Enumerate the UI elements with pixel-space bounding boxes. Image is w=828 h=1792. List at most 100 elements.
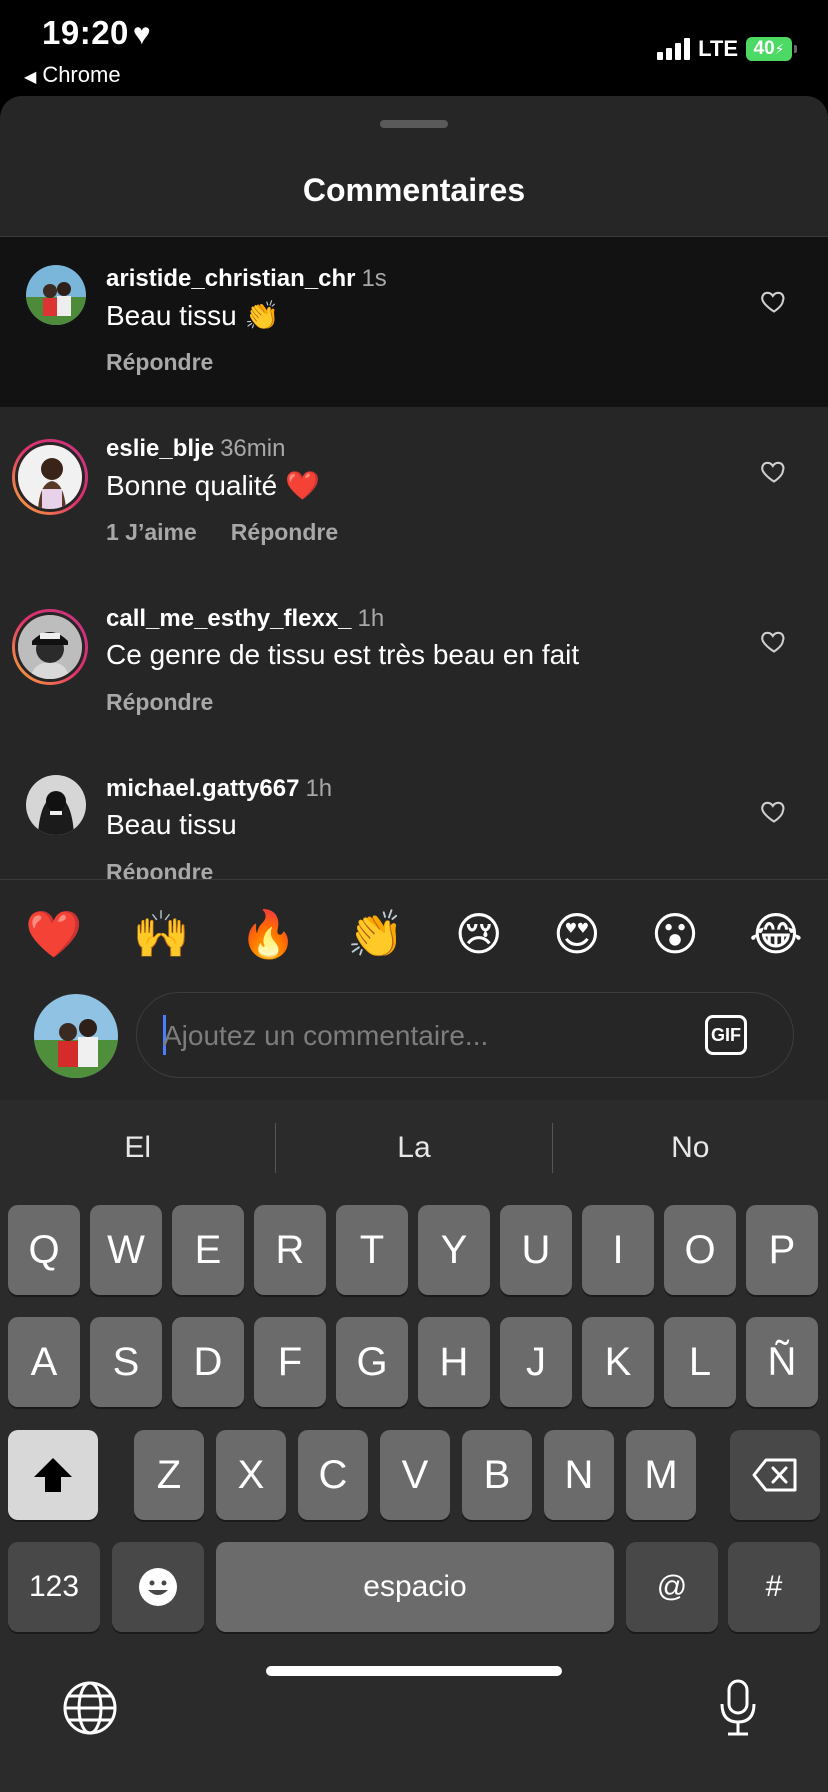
time-text: 19:20 <box>42 14 129 51</box>
emoji-surprised-button[interactable]: 😮 <box>651 907 699 961</box>
my-avatar <box>34 994 118 1078</box>
key-v[interactable]: V <box>380 1430 450 1520</box>
like-heart-icon[interactable] <box>760 287 788 315</box>
key-e[interactable]: E <box>172 1205 244 1295</box>
emoji-heart-eyes-button[interactable]: 😍 <box>553 907 601 961</box>
like-heart-icon[interactable] <box>760 627 788 655</box>
like-heart-icon[interactable] <box>760 797 788 825</box>
emoji-raised-hands-button[interactable]: 🙌 <box>132 907 189 962</box>
key-f[interactable]: F <box>254 1317 326 1407</box>
like-heart-icon[interactable] <box>760 457 788 485</box>
emoji-laughing-button[interactable]: 😂 <box>749 907 803 961</box>
avatar[interactable] <box>26 265 86 325</box>
comments-sheet: Commentaires aristide_christian_chr 1s Be… <box>0 96 828 1100</box>
key-a[interactable]: A <box>8 1317 80 1407</box>
key-u[interactable]: U <box>500 1205 572 1295</box>
key-k[interactable]: K <box>582 1317 654 1407</box>
keyboard: El La No Q W E R T Y U I O P A S D F G H… <box>0 1100 828 1792</box>
avatar[interactable] <box>12 439 88 515</box>
globe-icon[interactable] <box>62 1680 118 1736</box>
back-to-app-link[interactable]: ◀ Chrome <box>24 62 121 88</box>
shift-arrow-icon <box>34 1458 72 1492</box>
key-y[interactable]: Y <box>418 1205 490 1295</box>
key-d[interactable]: D <box>172 1317 244 1407</box>
key-q[interactable]: Q <box>8 1205 80 1295</box>
key-p[interactable]: P <box>746 1205 818 1295</box>
emoji-heart-button[interactable]: ❤️ <box>25 907 82 962</box>
key-w[interactable]: W <box>90 1205 162 1295</box>
hash-key[interactable]: # <box>728 1542 820 1632</box>
battery-level: 40 <box>753 38 775 59</box>
avatar[interactable] <box>26 775 86 835</box>
network-label: LTE <box>698 36 738 61</box>
shift-key[interactable] <box>8 1430 98 1520</box>
key-h[interactable]: H <box>418 1317 490 1407</box>
space-key[interactable]: espacio <box>216 1542 614 1632</box>
back-app-label: Chrome <box>42 62 121 87</box>
key-x[interactable]: X <box>216 1430 286 1520</box>
comment-item: aristide_christian_chr 1s Beau tissu 👏 Ré… <box>0 237 828 407</box>
reply-button[interactable]: Répondre <box>231 519 338 546</box>
avatar[interactable] <box>12 609 88 685</box>
comment-time: 1h <box>305 775 333 802</box>
comments-list[interactable]: aristide_christian_chr 1s Beau tissu 👏 Ré… <box>0 237 828 879</box>
key-c[interactable]: C <box>298 1430 368 1520</box>
battery-icon: 40 ⚡ <box>746 37 797 61</box>
emoji-keyboard-key[interactable] <box>112 1542 204 1632</box>
microphone-icon[interactable] <box>718 1678 758 1738</box>
key-t[interactable]: T <box>336 1205 408 1295</box>
numbers-key[interactable]: 123 <box>8 1542 100 1632</box>
key-n-tilde[interactable]: Ñ <box>746 1317 818 1407</box>
key-g[interactable]: G <box>336 1317 408 1407</box>
at-key[interactable]: @ <box>626 1542 718 1632</box>
suggestion-item[interactable]: El <box>0 1131 275 1165</box>
emoji-reaction-bar: ❤️ 🙌 🔥 👏 😢 😍 😮 😂 <box>0 886 828 982</box>
key-l[interactable]: L <box>664 1317 736 1407</box>
comment-time: 36min <box>220 435 286 462</box>
sheet-grabber[interactable] <box>380 120 448 128</box>
key-n[interactable]: N <box>544 1430 614 1520</box>
signal-icon <box>657 38 691 60</box>
key-b[interactable]: B <box>462 1430 532 1520</box>
backspace-icon <box>752 1458 797 1492</box>
suggestion-item[interactable]: La <box>276 1131 551 1165</box>
reply-button[interactable]: Répondre <box>106 349 213 376</box>
reply-button[interactable]: Répondre <box>106 859 213 879</box>
key-j[interactable]: J <box>500 1317 572 1407</box>
status-time: 19:20 ♥ <box>42 14 151 52</box>
key-m[interactable]: M <box>626 1430 696 1520</box>
comment-username[interactable]: aristide_christian_chr 1s <box>106 265 387 293</box>
comment-composer: GIF <box>0 982 828 1100</box>
comment-time: 1h <box>357 605 385 632</box>
comment-username[interactable]: michael.gatty667 1h <box>106 775 332 803</box>
key-s[interactable]: S <box>90 1317 162 1407</box>
comment-input[interactable] <box>161 993 685 1079</box>
heart-icon: ♥ <box>132 18 152 51</box>
emoji-clap-button[interactable]: 👏 <box>347 907 404 962</box>
comment-actions: Répondre <box>106 349 213 376</box>
gif-button[interactable]: GIF <box>705 1015 747 1055</box>
home-indicator[interactable] <box>266 1666 562 1676</box>
key-r[interactable]: R <box>254 1205 326 1295</box>
emoji-crying-button[interactable]: 😢 <box>455 907 503 961</box>
reply-button[interactable]: Répondre <box>106 689 213 716</box>
likes-count[interactable]: 1 J’aime <box>106 519 197 546</box>
comment-username[interactable]: call_me_esthy_flexx_ 1h <box>106 605 384 633</box>
comment-username[interactable]: eslie_blje 36min <box>106 435 285 463</box>
comment-actions: Répondre <box>106 859 213 879</box>
comment-item: eslie_blje 36min Bonne qualité ❤️ 1 J’aim… <box>0 407 828 577</box>
key-z[interactable]: Z <box>134 1430 204 1520</box>
suggestion-item[interactable]: No <box>553 1131 828 1165</box>
key-i[interactable]: I <box>582 1205 654 1295</box>
backspace-key[interactable] <box>730 1430 820 1520</box>
back-triangle-icon: ◀ <box>24 69 37 86</box>
sheet-title: Commentaires <box>302 172 526 208</box>
status-bar: 19:20 ♥ ◀ Chrome LTE 40 ⚡ <box>0 0 828 96</box>
suggestion-bar: El La No <box>0 1100 828 1196</box>
comment-text: Beau tissu 👏 <box>106 300 280 331</box>
comment-actions: 1 J’aime Répondre <box>106 519 338 546</box>
comment-input-wrapper: GIF <box>136 992 794 1079</box>
key-o[interactable]: O <box>664 1205 736 1295</box>
comment-text: Ce genre de tissu est très beau en fait <box>106 639 580 670</box>
emoji-fire-button[interactable]: 🔥 <box>240 907 297 962</box>
